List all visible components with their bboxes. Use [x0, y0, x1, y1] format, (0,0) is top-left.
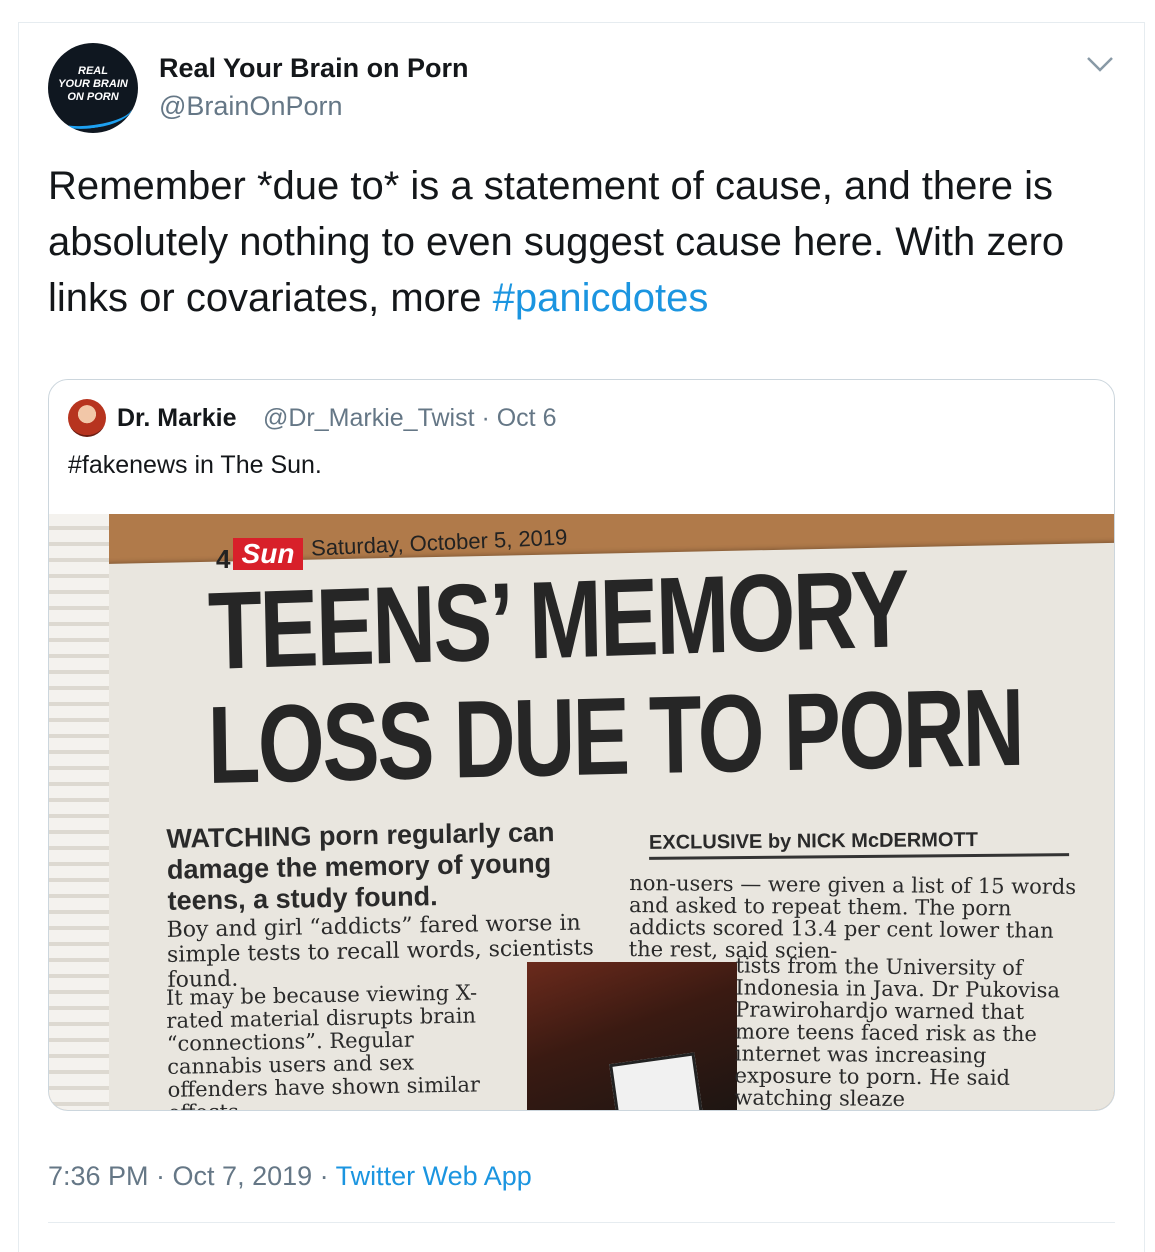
- article-paragraph-4: tists from the University of Indonesia i…: [734, 953, 1061, 1110]
- article-lede: WATCHING porn regularly can damage the m…: [166, 817, 555, 916]
- quoted-text: #fakenews in The Sun.: [68, 451, 322, 479]
- hashtag-link[interactable]: #panicdotes: [493, 276, 709, 320]
- quoted-avatar: [68, 399, 106, 437]
- divider: [48, 1222, 1115, 1223]
- quoted-handle-date: @Dr_Markie_Twist · Oct 6: [263, 404, 557, 432]
- tweet-timestamp: 7:36 PM · Oct 7, 2019 · Twitter Web App: [48, 1161, 532, 1192]
- author-avatar[interactable]: REAL YOUR BRAIN ON PORN: [48, 43, 138, 133]
- tweet-text: Remember *due to* is a statement of caus…: [48, 158, 1118, 326]
- author-name[interactable]: Real Your Brain on Porn: [159, 53, 469, 84]
- newspaper-photo[interactable]: 4 Sun Saturday, October 5, 2019 TEENS’ M…: [49, 514, 1114, 1110]
- quoted-tweet[interactable]: Dr. Markie @Dr_Markie_Twist · Oct 6 #fak…: [48, 379, 1115, 1111]
- author-handle[interactable]: @BrainOnPorn: [159, 91, 343, 122]
- article-inset-photo: [527, 962, 737, 1110]
- paper-edge: [49, 514, 109, 1110]
- chevron-down-icon[interactable]: [1084, 50, 1116, 78]
- quoted-author-name: Dr. Markie: [117, 404, 237, 432]
- phone-screen: [609, 1052, 703, 1110]
- article-paragraph-2: It may be because viewing X-rated materi…: [165, 980, 481, 1110]
- article-paragraph-3: non-users — were given a list of 15 word…: [628, 871, 1077, 963]
- headline-line-2: LOSS DUE TO PORN: [207, 665, 1023, 807]
- article-byline: EXCLUSIVE by NICK McDERMOTT: [648, 828, 1070, 860]
- source-link[interactable]: Twitter Web App: [336, 1161, 532, 1191]
- timestamp-text[interactable]: 7:36 PM · Oct 7, 2019 ·: [48, 1161, 336, 1191]
